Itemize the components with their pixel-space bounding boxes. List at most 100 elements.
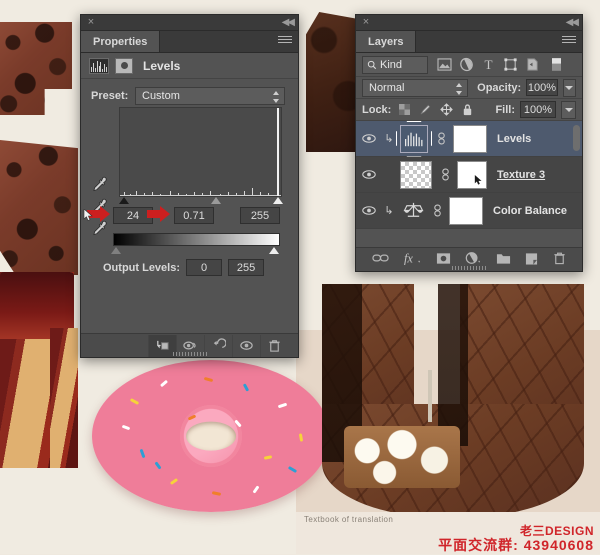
properties-tab-strip[interactable]: Properties [81,31,298,53]
levels-histogram[interactable] [119,107,282,197]
mask-link-icon[interactable] [438,168,452,181]
layer-name[interactable]: Texture 3 [497,169,545,181]
layer-name[interactable]: Color Balance [493,205,567,217]
output-white-slider[interactable] [269,247,279,254]
input-midtone-slider[interactable] [211,197,221,204]
mask-link-icon[interactable] [430,204,444,217]
panel-resize-grip[interactable] [172,352,207,356]
sprinkle [121,424,131,431]
add-layer-mask-icon[interactable] [436,252,451,268]
properties-adjustment-header: Levels [81,53,298,79]
layer-name[interactable]: Levels [497,133,531,145]
layer-row[interactable]: ↳ Levels [356,120,582,157]
mouse-cursor-icon [83,208,95,221]
properties-panel-footer[interactable] [81,333,298,357]
thumbnail-selection-border [396,120,432,157]
lock-transparent-pixels-icon[interactable] [396,101,412,119]
collapse-icon[interactable]: ◀◀ [282,17,295,28]
letter-u-cream-filling [344,426,460,488]
layers-scrollbar[interactable] [572,121,581,229]
panel-resize-grip[interactable] [452,266,486,270]
panel-menu-icon[interactable] [278,36,292,47]
link-layers-icon[interactable] [371,252,389,267]
output-black-slider[interactable] [111,247,121,254]
layer-mask-icon[interactable] [115,57,133,74]
new-layer-icon[interactable] [525,252,538,268]
opacity-scrubber-button[interactable] [562,78,576,97]
lock-all-icon[interactable] [459,101,475,119]
pixel-layer-filter-icon[interactable] [434,56,454,74]
close-icon[interactable]: × [86,17,96,28]
mask-link-icon[interactable] [434,132,448,145]
layer-row[interactable]: ↳ Color Balance [356,193,582,229]
layer-style-fx-icon[interactable]: fx [403,251,422,268]
eye-icon[interactable] [356,133,382,144]
scrollbar-thumb[interactable] [573,125,580,151]
eye-icon[interactable] [356,205,382,216]
opacity-field[interactable]: 100% [526,79,558,96]
output-black-field[interactable]: 0 [186,259,223,276]
layers-filter-row[interactable]: Kind T [356,53,582,77]
clipping-mask-icon: ↳ [384,205,394,217]
layer-mask-thumbnail[interactable] [457,160,487,189]
tab-properties[interactable]: Properties [81,31,161,52]
reset-icon[interactable] [204,334,232,357]
sprinkle [277,402,288,409]
output-levels-label: Output Levels: [103,261,181,274]
smart-object-filter-icon[interactable] [522,56,542,74]
collapse-icon[interactable]: ◀◀ [566,17,579,28]
fill-field[interactable]: 100% [520,101,556,118]
fill-scrubber-button[interactable] [561,100,576,119]
layers-panel[interactable]: × ◀◀ Layers Kind T Normal Opacity: 100% … [355,14,583,272]
layer-thumbnail[interactable] [400,160,432,189]
delete-layer-icon[interactable] [552,251,567,268]
delete-icon[interactable] [260,334,288,357]
toggle-visibility-icon[interactable] [232,334,260,357]
eye-icon[interactable] [356,169,382,180]
chocolate-letter-shape-bottom [0,140,78,275]
layer-mask-thumbnail[interactable] [449,196,483,225]
clipping-mask-icon: ↳ [384,133,394,145]
layers-panel-titlebar[interactable]: × ◀◀ [356,15,582,31]
letter-u-highlight [428,370,432,422]
color-balance-icon[interactable] [398,201,428,220]
new-group-icon[interactable] [496,252,511,268]
panel-menu-icon[interactable] [562,36,576,47]
lock-image-pixels-icon[interactable] [417,101,433,119]
annotation-arrow-2 [147,206,173,222]
blend-mode-value: Normal [369,81,405,94]
layer-mask-thumbnail[interactable] [453,124,487,153]
properties-panel-titlebar[interactable]: × ◀◀ [81,15,298,31]
type-layer-filter-icon[interactable]: T [478,56,498,74]
close-icon[interactable]: × [361,17,371,28]
sprinkle [211,491,222,496]
lock-position-icon[interactable] [438,101,454,119]
blend-mode-row[interactable]: Normal Opacity: 100% [356,77,582,99]
black-point-eyedropper[interactable] [90,175,108,193]
watermark-english-text: Textbook of translation [304,515,394,524]
sprinkle [287,465,298,474]
shape-layer-filter-icon[interactable] [500,56,520,74]
input-white-slider[interactable] [273,197,283,204]
blend-mode-select[interactable]: Normal [362,78,469,97]
chocolate-letter-u [322,284,584,518]
levels-histogram-icon[interactable] [89,57,109,74]
lock-row[interactable]: Lock: Fill: 100% [356,99,582,121]
layers-tab-strip[interactable]: Layers [356,31,582,53]
filter-kind-select[interactable]: Kind [362,55,428,74]
preset-select[interactable]: Custom [135,87,285,105]
layers-panel-footer[interactable]: fx [356,247,582,271]
tab-layers[interactable]: Layers [356,31,417,52]
input-midtone-field[interactable]: 0.71 [174,207,214,224]
layer-row[interactable]: Texture 3 [356,157,582,193]
output-white-field[interactable]: 255 [228,259,265,276]
svg-text:fx: fx [403,252,412,265]
properties-panel[interactable]: × ◀◀ Properties Levels Preset: Custom RG… [80,14,299,358]
donut-hole [186,421,236,451]
sprinkle [263,455,273,460]
chocolate-letter-shape-top [0,22,72,115]
input-black-slider[interactable] [119,197,129,204]
input-highlight-field[interactable]: 255 [240,207,280,224]
adjustment-layer-filter-icon[interactable] [456,56,476,74]
filter-toggle-switch[interactable] [546,56,566,74]
